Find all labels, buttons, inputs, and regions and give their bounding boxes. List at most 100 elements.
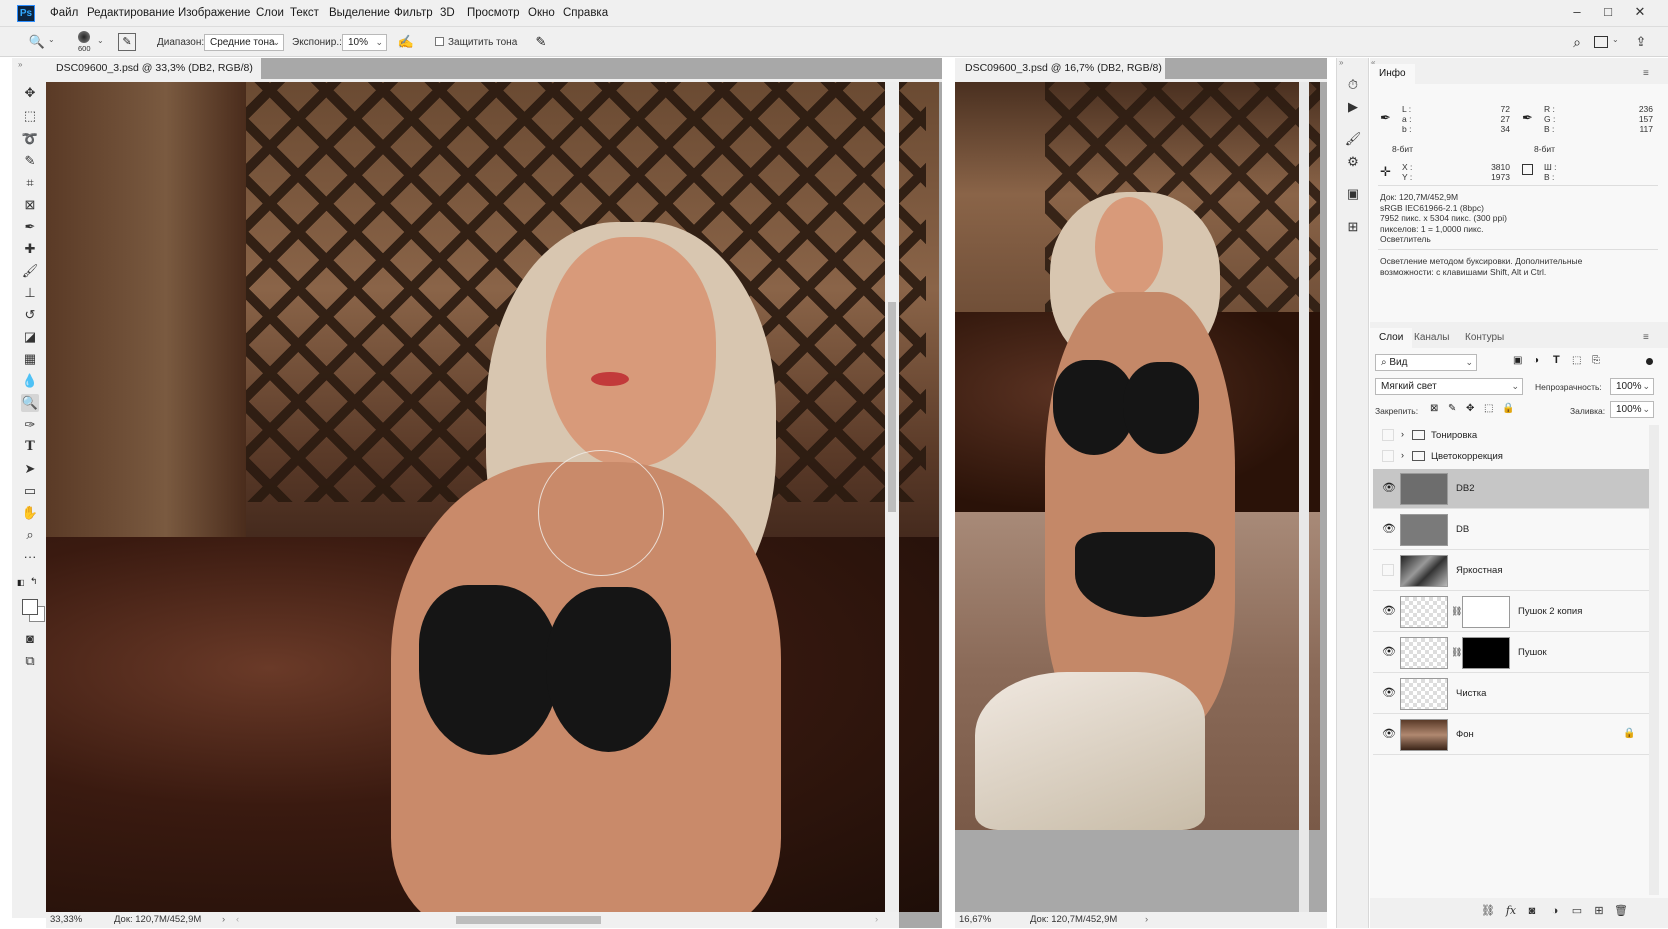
document-tab-2[interactable]: DSC09600_3.psd @ 16,7% (DB2, RGB/8) *×	[955, 58, 1165, 95]
menu-file[interactable]: Файл	[50, 5, 78, 22]
layer-row-background[interactable]: 👁 Фон 🔒	[1373, 715, 1649, 755]
scroll-left-icon[interactable]: ‹	[236, 912, 239, 928]
eyedropper-tool-icon[interactable]: ✒	[21, 218, 39, 236]
visibility-toggle-off[interactable]	[1382, 450, 1394, 462]
layer-row-cleanup[interactable]: 👁 Чистка	[1373, 674, 1649, 714]
hand-tool-icon[interactable]: ✋	[21, 504, 39, 522]
tab-info[interactable]: Инфо	[1370, 64, 1415, 84]
collapse-icon[interactable]: »	[1339, 58, 1343, 67]
horizontal-scroll-thumb[interactable]	[456, 916, 601, 924]
search-icon[interactable]: ⌕	[1568, 33, 1586, 51]
layer-row-fuzz[interactable]: 👁 ⛓ Пушок	[1373, 633, 1649, 673]
filter-smartobject-icon[interactable]: ⎘	[1592, 355, 1600, 366]
zoom-level[interactable]: 16,67%	[959, 912, 991, 928]
menu-image[interactable]: Изображение	[178, 5, 250, 22]
link-icon[interactable]: ⛓	[1451, 647, 1462, 658]
eye-icon[interactable]: 👁	[1382, 605, 1396, 617]
new-layer-icon[interactable]: ⊞	[1591, 903, 1607, 919]
chevron-right-icon[interactable]: ›	[1401, 429, 1404, 439]
add-mask-icon[interactable]: ◙	[1524, 903, 1540, 919]
gradient-tool-icon[interactable]: ▦	[21, 350, 39, 368]
panel-menu-icon[interactable]: ≡	[1643, 68, 1649, 79]
document-tab-1[interactable]: DSC09600_3.psd @ 33,3% (DB2, RGB/8) *×	[46, 58, 261, 95]
brush-tool-icon[interactable]: 🖌	[21, 262, 39, 280]
history-brush-tool-icon[interactable]: ↺	[21, 306, 39, 324]
eye-icon[interactable]: 👁	[1382, 523, 1396, 535]
collapse-icon[interactable]: »	[18, 60, 22, 69]
vertical-scrollbar[interactable]	[1299, 82, 1309, 912]
brush-settings-icon[interactable]: ✎	[118, 33, 136, 51]
frame-tool-icon[interactable]: ⊠	[21, 196, 39, 214]
airbrush-icon[interactable]: ✍	[397, 33, 415, 51]
eye-icon[interactable]: 👁	[1382, 687, 1396, 699]
scroll-right-icon[interactable]: ›	[875, 912, 878, 928]
filter-type-icon[interactable]: T	[1553, 354, 1560, 366]
status-arrow-icon[interactable]: ›	[1145, 912, 1148, 928]
layer-row-db2[interactable]: 👁 DB2	[1373, 469, 1649, 509]
canvas-image-2[interactable]	[955, 82, 1320, 830]
filter-toggle-icon[interactable]	[1646, 358, 1653, 365]
path-selection-tool-icon[interactable]: ➤	[21, 460, 39, 478]
adjustment-layer-icon[interactable]: ◑	[1547, 903, 1563, 919]
workspace-icon[interactable]	[1594, 36, 1608, 48]
visibility-toggle-off[interactable]	[1382, 564, 1394, 576]
eye-icon[interactable]: 👁	[1382, 646, 1396, 658]
status-arrow-icon[interactable]: ›	[222, 912, 225, 928]
brush-settings-icon[interactable]: 🖌	[1344, 130, 1362, 148]
swap-colors-icon[interactable]: ↰	[30, 576, 38, 587]
lock-transparent-icon[interactable]: ⊠	[1430, 403, 1438, 414]
layer-row-fuzz-copy[interactable]: 👁 ⛓ Пушок 2 копия	[1373, 592, 1649, 632]
filter-shape-icon[interactable]: ⬚	[1572, 355, 1581, 366]
brush-tip-icon[interactable]	[78, 31, 90, 43]
canvas-image-1[interactable]	[46, 82, 939, 912]
zoom-tool-icon[interactable]: ⌕	[21, 526, 39, 544]
tab-paths[interactable]: Контуры	[1456, 328, 1513, 348]
pen-tool-icon[interactable]: ✑	[21, 416, 39, 434]
actions-play-icon[interactable]: ▶	[1344, 98, 1362, 116]
blend-mode-select[interactable]: Мягкий свет ⌄	[1375, 378, 1523, 395]
maximize-button[interactable]: □	[1594, 2, 1622, 22]
close-button[interactable]: ✕	[1626, 2, 1654, 22]
rectangle-tool-icon[interactable]: ▭	[21, 482, 39, 500]
libraries-icon[interactable]: ▣	[1344, 185, 1362, 203]
eraser-tool-icon[interactable]: ◪	[21, 328, 39, 346]
menu-view[interactable]: Просмотр	[467, 5, 520, 22]
menu-layers[interactable]: Слои	[256, 5, 284, 22]
history-icon[interactable]: ⏱	[1344, 76, 1362, 94]
default-colors-icon[interactable]: ◧	[17, 578, 25, 587]
menu-select[interactable]: Выделение	[329, 5, 390, 22]
tab-channels[interactable]: Каналы	[1405, 328, 1459, 348]
pressure-icon[interactable]: ✎	[532, 33, 550, 51]
opacity-input[interactable]: 100% ⌄	[1610, 378, 1654, 395]
visibility-toggle-off[interactable]	[1382, 429, 1394, 441]
menu-filter[interactable]: Фильтр	[394, 5, 433, 22]
layers-scrollbar[interactable]	[1649, 425, 1659, 895]
exposure-input[interactable]: 10% ⌄	[342, 34, 387, 51]
fx-icon[interactable]: fx	[1503, 903, 1519, 919]
marquee-tool-icon[interactable]: ⬚	[21, 107, 39, 125]
delete-layer-icon[interactable]: 🗑	[1613, 903, 1629, 919]
layer-group-row[interactable]: › Тонировка	[1373, 425, 1649, 446]
lock-pixels-icon[interactable]: ✎	[1448, 403, 1456, 414]
chevron-right-icon[interactable]: ›	[1401, 450, 1404, 460]
filter-adjustment-icon[interactable]: ◑	[1533, 355, 1539, 366]
blur-tool-icon[interactable]: 💧	[21, 372, 39, 390]
healing-brush-tool-icon[interactable]: ✚	[21, 240, 39, 258]
link-icon[interactable]: ⛓	[1451, 606, 1462, 617]
zoom-level[interactable]: 33,33%	[50, 912, 82, 928]
layer-group-row[interactable]: › Цветокоррекция	[1373, 446, 1649, 467]
lock-position-icon[interactable]: ✥	[1466, 403, 1474, 414]
link-layers-icon[interactable]: ⛓	[1480, 903, 1496, 919]
menu-help[interactable]: Справка	[563, 5, 608, 22]
panel-menu-icon[interactable]: ≡	[1643, 332, 1649, 343]
share-icon[interactable]: ⇪	[1632, 33, 1650, 51]
layer-filter-select[interactable]: ⌕ Вид ⌄	[1375, 354, 1477, 371]
adjustments-icon[interactable]: ⚙	[1344, 153, 1362, 171]
quick-selection-tool-icon[interactable]: ✎	[21, 152, 39, 170]
layer-row-db[interactable]: 👁 DB	[1373, 510, 1649, 550]
clone-stamp-tool-icon[interactable]: ⊥	[21, 284, 39, 302]
menu-text[interactable]: Текст	[290, 5, 319, 22]
filter-pixel-icon[interactable]: ▣	[1513, 355, 1522, 366]
protect-tones-checkbox[interactable]	[435, 37, 444, 46]
new-group-icon[interactable]: ▭	[1569, 903, 1585, 919]
